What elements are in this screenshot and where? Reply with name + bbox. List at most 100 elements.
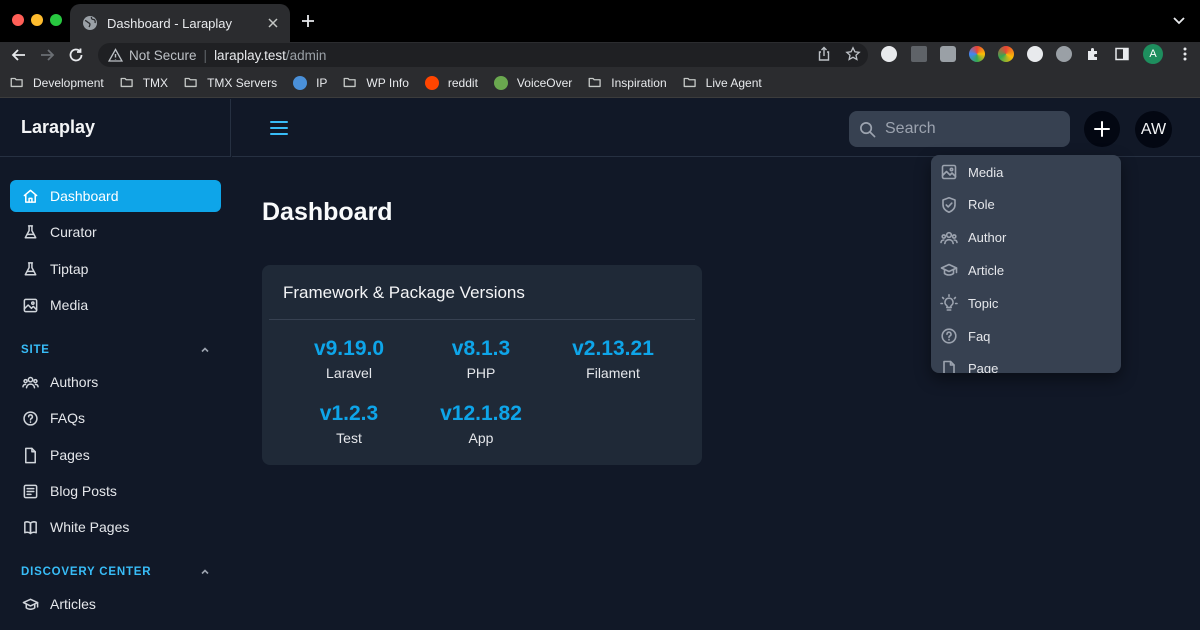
bookmark-label: reddit (447, 75, 478, 90)
version-number: v9.19.0 (313, 337, 385, 360)
bookmark-label: Inspiration (611, 75, 667, 90)
users-icon (940, 229, 958, 247)
sidebar-panel-icon[interactable] (1114, 46, 1130, 62)
menu-item-label: Role (968, 197, 995, 213)
menu-item-role[interactable]: Role (940, 195, 995, 215)
version-stat: v1.2.3 Test (284, 402, 414, 446)
divider: | (203, 47, 208, 63)
chevron-up-icon[interactable] (199, 566, 211, 578)
menu-item-article[interactable]: Article (940, 260, 1004, 280)
back-arrow-icon[interactable] (10, 46, 28, 64)
bookmark-item[interactable]: WP Info (343, 75, 409, 90)
version-stat: v8.1.3 PHP (416, 337, 546, 381)
sidebar-item-label: Articles (50, 596, 96, 612)
menu-item-media[interactable]: Media (940, 162, 1003, 182)
menu-item-page[interactable]: Page (940, 359, 998, 373)
sidebar-item-articles[interactable]: Articles (10, 588, 221, 620)
hamburger-menu-icon[interactable] (269, 119, 289, 137)
menu-item-topic[interactable]: Topic (940, 293, 998, 313)
bookmark-label: TMX Servers (207, 75, 278, 90)
sidebar-item-white-pages[interactable]: White Pages (10, 511, 221, 543)
bookmark-item[interactable]: TMX (120, 76, 168, 90)
sidebar-group-header[interactable]: DISCOVERY CENTER (21, 566, 211, 578)
url-path: /admin (285, 47, 327, 63)
user-avatar[interactable]: AW (1135, 111, 1172, 148)
lightbulb-icon (940, 294, 958, 312)
zoom-window-button[interactable] (50, 14, 62, 26)
sidebar-item-label: Authors (50, 374, 99, 390)
menu-item-author[interactable]: Author (940, 228, 1006, 248)
sidebar-item-curator[interactable]: Curator (10, 216, 221, 248)
browser-tab-bar: Dashboard - Laraplay (0, 0, 1200, 42)
camera-extension-icon[interactable] (940, 46, 956, 62)
address-bar[interactable]: Not Secure | laraplay.test/admin (98, 43, 868, 67)
top-bar: Search AW (232, 99, 1200, 157)
menu-item-label: Faq (968, 328, 991, 344)
share-icon[interactable] (816, 46, 832, 62)
wordpress-extension-icon[interactable] (1056, 46, 1072, 62)
bookmark-item[interactable]: VoiceOver (493, 75, 573, 90)
bookmark-label: WP Info (366, 75, 409, 90)
package-name: Laravel (326, 365, 372, 381)
sidebar-item-authors[interactable]: Authors (10, 366, 221, 398)
create-button[interactable] (1084, 111, 1120, 147)
menu-item-label: Page (968, 361, 999, 373)
bookmark-star-icon[interactable] (845, 46, 861, 62)
puzzle-icon[interactable] (1085, 46, 1101, 62)
close-window-button[interactable] (12, 14, 24, 26)
color-extension-icon[interactable] (969, 46, 985, 62)
chrome-extension-icon[interactable] (998, 46, 1014, 62)
not-secure-label: Not Secure (129, 47, 197, 63)
new-tab-icon[interactable] (300, 13, 316, 29)
shield-icon (940, 196, 958, 214)
brand-logo[interactable]: Laraplay (0, 99, 231, 157)
forward-arrow-icon[interactable] (38, 46, 56, 64)
sidebar-item-faqs[interactable]: FAQs (10, 402, 221, 434)
bookmark-item[interactable]: Inspiration (588, 75, 667, 90)
chevron-down-icon[interactable] (1172, 15, 1186, 27)
reload-icon[interactable] (67, 46, 85, 64)
extension-icon[interactable] (881, 46, 897, 62)
reddit-icon (424, 75, 441, 90)
search-placeholder: Search (885, 120, 936, 137)
versions-card: Framework & Package Versions v9.19.0 Lara… (262, 265, 702, 465)
bookmark-item[interactable]: TMX Servers (184, 76, 277, 90)
close-tab-icon[interactable] (266, 16, 280, 30)
browser-tab[interactable]: Dashboard - Laraplay (70, 4, 290, 42)
bookmark-item[interactable]: Development (10, 76, 104, 90)
sidebar-item-tiptap[interactable]: Tiptap (10, 253, 221, 285)
sidebar-item-label: Curator (50, 224, 97, 240)
sidebar-group-header[interactable]: SITE (21, 344, 211, 356)
book-icon (22, 519, 39, 536)
bookmark-item[interactable]: IP (293, 75, 327, 90)
users-icon (22, 374, 39, 391)
version-stat: v2.13.21 Filament (548, 337, 678, 381)
bookmark-label: VoiceOver (516, 75, 573, 90)
sidebar-item-dashboard[interactable]: Dashboard (10, 180, 221, 212)
bookmark-item[interactable]: Live Agent (683, 76, 762, 90)
warning-icon[interactable] (108, 47, 123, 63)
package-name: PHP (466, 365, 496, 381)
ip-icon (293, 75, 309, 90)
profile-avatar[interactable]: A (1143, 44, 1163, 64)
academic-cap-icon (22, 596, 39, 613)
sidebar-item-media[interactable]: Media (10, 289, 221, 321)
menu-item-faq[interactable]: Faq (940, 326, 990, 346)
version-number: v8.1.3 (451, 337, 511, 360)
bookmark-label: TMX (142, 75, 169, 90)
academic-cap-icon (940, 261, 958, 279)
chevron-up-icon[interactable] (199, 344, 211, 356)
version-stat: v9.19.0 Laravel (284, 337, 414, 381)
page-title: Dashboard (262, 198, 393, 226)
sidebar-group-label: SITE (21, 344, 50, 356)
sidebar-item-pages[interactable]: Pages (10, 439, 221, 471)
extension-icon[interactable] (911, 46, 927, 62)
sidebar-item-blog-posts[interactable]: Blog Posts (10, 475, 221, 507)
extension-icon[interactable] (1027, 46, 1043, 62)
search-input[interactable]: Search (849, 111, 1070, 147)
more-menu-icon[interactable] (1177, 46, 1193, 62)
package-name: Filament (586, 365, 640, 381)
minimize-window-button[interactable] (31, 14, 43, 26)
home-icon (22, 188, 39, 205)
bookmark-item[interactable]: reddit (424, 75, 478, 90)
